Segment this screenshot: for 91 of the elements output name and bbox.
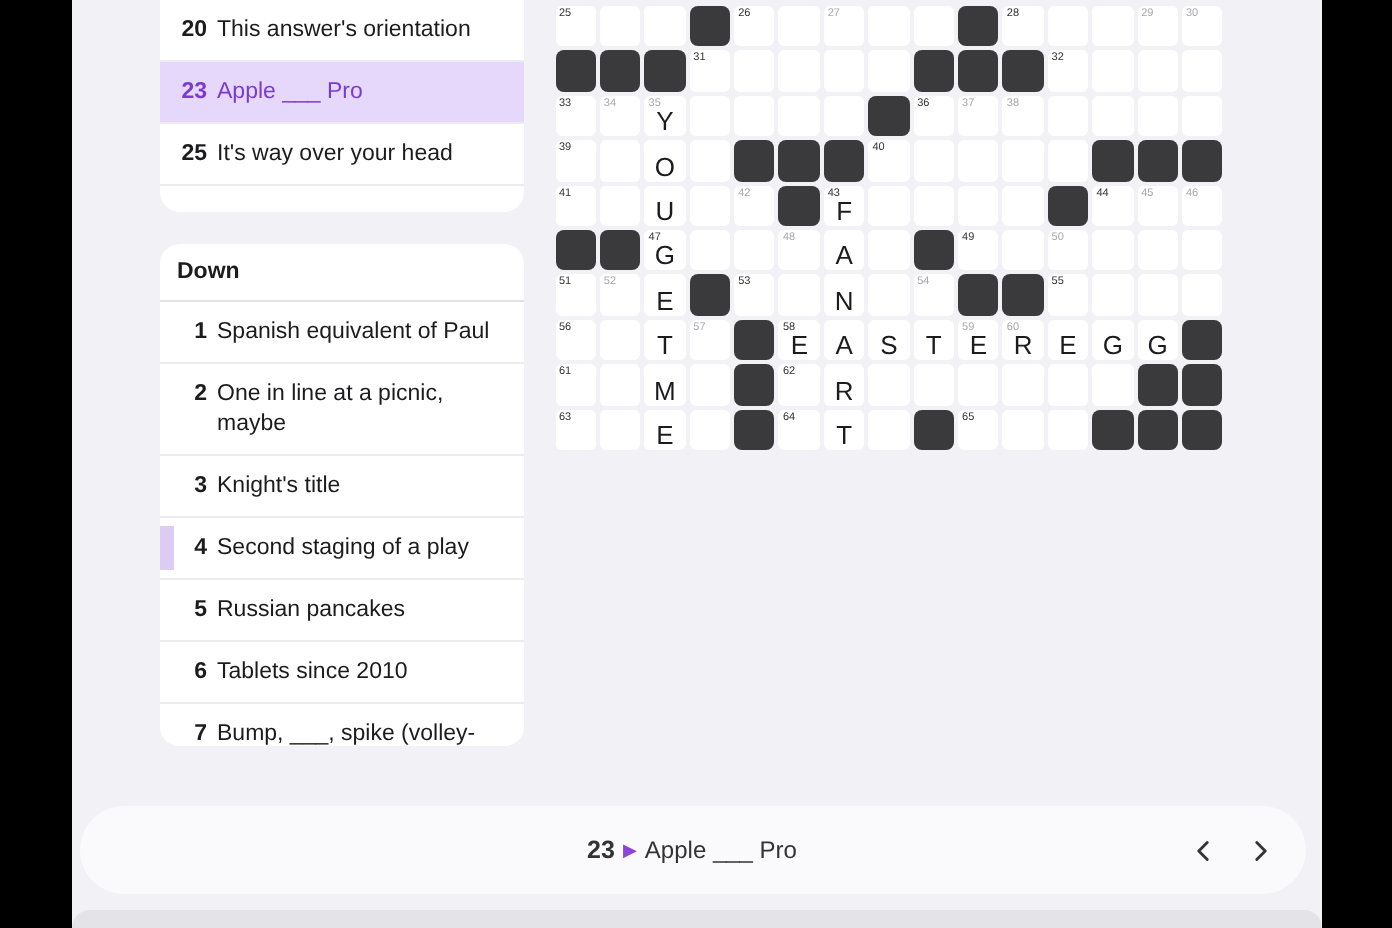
blocked-square <box>913 409 955 450</box>
blocked-square <box>689 274 731 316</box>
blocked-square <box>778 140 820 182</box>
grid-square[interactable]: E <box>1047 319 1089 361</box>
grid-square[interactable] <box>1047 409 1089 450</box>
blocked-square <box>778 185 820 226</box>
blocked-square <box>1002 50 1044 92</box>
grid-square[interactable]: G <box>1092 319 1134 361</box>
clue-item[interactable]: 23 Apple ___ Pro <box>159 62 523 124</box>
blocked-square <box>689 6 731 47</box>
square-letter: E <box>788 330 810 361</box>
grid-square[interactable] <box>778 95 820 137</box>
blocked-square <box>555 229 596 271</box>
grid-square[interactable] <box>689 229 731 271</box>
blocked-square <box>644 50 686 92</box>
grid-square[interactable]: S <box>868 319 910 361</box>
blocked-square <box>913 229 955 271</box>
grid-square[interactable]: U <box>644 185 686 226</box>
grid-square[interactable] <box>734 95 775 137</box>
square-letter: T <box>834 419 855 450</box>
grid-square[interactable] <box>1092 95 1134 137</box>
blocked-square <box>1092 409 1134 450</box>
square-letter: E <box>967 330 990 361</box>
grid-square[interactable]: G <box>1137 319 1178 361</box>
blocked-square <box>734 409 775 450</box>
blocked-square <box>1181 319 1223 361</box>
square-letter: M <box>652 375 678 406</box>
blocked-square <box>1137 364 1178 406</box>
blocked-square <box>1181 364 1223 406</box>
blocked-square <box>734 140 775 182</box>
square-letter: A <box>833 330 855 361</box>
blocked-square <box>599 229 641 271</box>
square-letter: G <box>1145 330 1170 361</box>
grid-square[interactable] <box>599 6 641 47</box>
square-letter: T <box>655 330 675 361</box>
square-letter: T <box>923 330 944 361</box>
grid-square[interactable]: T <box>823 409 865 450</box>
blocked-square <box>958 6 999 47</box>
grid-square[interactable] <box>689 364 731 406</box>
grid-square[interactable]: A <box>823 229 865 271</box>
blocked-square <box>1181 140 1223 182</box>
blocked-square <box>734 319 775 361</box>
blocked-square <box>913 50 955 92</box>
square-letter: S <box>878 330 900 361</box>
blocked-square <box>958 274 999 316</box>
blocked-square <box>1181 409 1223 450</box>
direction-arrow: ▶ <box>622 840 637 860</box>
square-letter: O <box>652 151 678 182</box>
blocked-square <box>1137 409 1178 450</box>
square-letter: R <box>832 375 856 406</box>
blocked-square <box>1047 185 1089 226</box>
square-letter: Y <box>654 106 676 137</box>
square-letter: E <box>654 285 676 316</box>
grid-square[interactable]: O <box>644 140 686 182</box>
blocked-square <box>868 95 910 137</box>
grid-square[interactable] <box>644 6 686 47</box>
grid-square[interactable] <box>1181 95 1223 137</box>
grid-square[interactable]: E <box>644 274 686 316</box>
square-letter: G <box>1100 330 1125 361</box>
square-letter: R <box>1011 330 1035 361</box>
blocked-square <box>1092 140 1134 182</box>
square-letter: G <box>652 240 678 271</box>
clue-number: 23 <box>587 836 615 864</box>
grid-square[interactable]: T <box>913 319 955 361</box>
square-letter: U <box>653 195 677 226</box>
grid-square[interactable] <box>1137 95 1178 137</box>
grid-square[interactable]: A <box>823 319 865 361</box>
clue-text: Apple ___ Pro <box>644 836 797 864</box>
square-letter: F <box>836 195 855 226</box>
blocked-square <box>1137 140 1178 182</box>
grid-square[interactable] <box>689 140 731 182</box>
blocked-square <box>958 50 999 92</box>
grid-square[interactable]: N <box>823 274 865 316</box>
grid-square[interactable] <box>689 409 731 450</box>
grid-square[interactable]: R <box>823 364 865 406</box>
blocked-square <box>599 50 641 92</box>
grid-square[interactable]: T <box>644 319 686 361</box>
grid-square[interactable] <box>1002 229 1044 271</box>
square-letter: N <box>832 285 856 316</box>
blocked-square <box>1002 274 1044 316</box>
blocked-square <box>734 364 775 406</box>
grid-square[interactable]: E <box>644 409 686 450</box>
blocked-square <box>823 140 865 182</box>
grid-square[interactable] <box>913 6 955 47</box>
square-letter: E <box>1057 330 1079 361</box>
square-letter: A <box>833 240 855 271</box>
grid-square[interactable] <box>1047 140 1089 182</box>
square-letter: E <box>654 419 676 450</box>
grid-square[interactable] <box>823 95 865 137</box>
grid-square[interactable]: M <box>644 364 686 406</box>
blocked-square <box>555 50 596 92</box>
